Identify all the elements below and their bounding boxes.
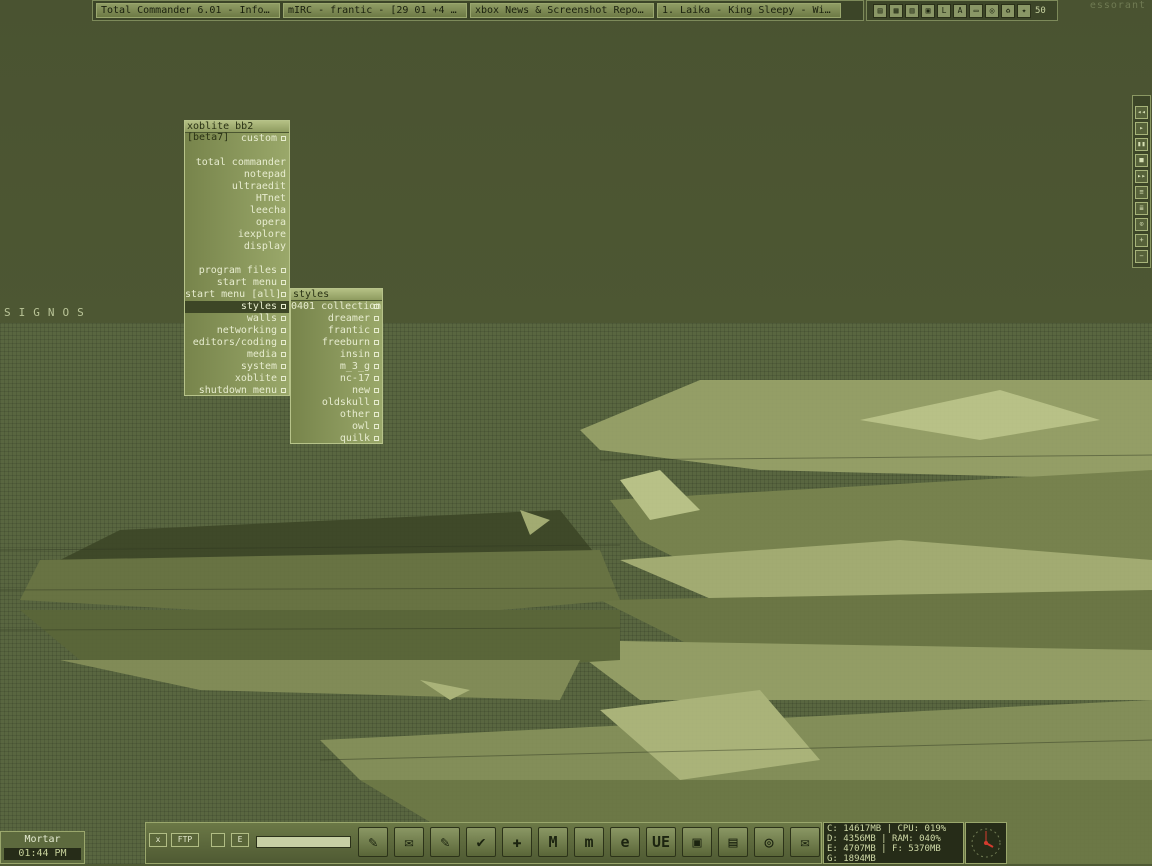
launcher-mirc-icon[interactable]: m [574, 827, 604, 857]
stat-line-1: C: 14617MB | CPU: 019% [827, 824, 947, 834]
dock-blank-button[interactable] [211, 833, 225, 847]
launcher-ultraedit-icon[interactable]: UE [646, 827, 676, 857]
tray-lite-icon[interactable]: L [937, 3, 951, 18]
stat-line-2: D: 4356MB | RAM: 040% [827, 834, 941, 844]
dock-command-input[interactable] [256, 836, 351, 848]
menu-item-editors-coding[interactable]: editors/coding [185, 337, 289, 349]
menu-item-xoblite[interactable]: xoblite [185, 373, 289, 385]
analog-clock [965, 822, 1007, 864]
root-menu: xoblite bb2 [beta7] custom total commande… [184, 120, 290, 396]
stat-line-4: G: 1894MB [827, 854, 876, 864]
menu-item-custom[interactable]: custom [185, 133, 289, 145]
styles-submenu-title: styles [291, 289, 382, 301]
launcher-checklist-icon[interactable]: ✔ [466, 827, 496, 857]
player-next-button[interactable]: ▸▸ [1135, 170, 1148, 183]
clock-widget: Mortar 01:44 PM [0, 831, 85, 864]
clock-label: Mortar [24, 834, 61, 845]
player-volume-up-button[interactable]: + [1135, 234, 1148, 247]
tray-cd-icon[interactable]: ◎ [985, 3, 999, 18]
menu-item-total-commander[interactable]: total commander [185, 157, 289, 169]
system-stats-panel: C: 14617MB | CPU: 019% D: 4356MB | RAM: … [823, 822, 964, 864]
dock-e-button[interactable]: E [231, 833, 249, 847]
player-volume-down-button[interactable]: − [1135, 250, 1148, 263]
launcher-outlook-icon[interactable]: ✉ [790, 827, 820, 857]
task-mirc[interactable]: mIRC - frantic - [29 01 +4 T24... [283, 3, 467, 18]
player-playlist-button[interactable]: ≡ [1135, 186, 1148, 199]
style-item-frantic[interactable]: frantic [291, 325, 382, 337]
launcher-notepad-icon[interactable]: ✎ [358, 827, 388, 857]
tray-recycle-icon[interactable]: ♻ [1001, 3, 1015, 18]
menu-item-system[interactable]: system [185, 361, 289, 373]
menu-item-start-menu-all[interactable]: start menu [all] [185, 289, 289, 301]
style-item-m-3-g[interactable]: m_3_g [291, 361, 382, 373]
analog-clock-face-icon [971, 828, 1001, 858]
style-item-quilk[interactable]: quilk [291, 433, 382, 445]
menu-item-opera[interactable]: opera [185, 217, 289, 229]
task-xbox-news[interactable]: xbox News & Screenshot Reposi... [470, 3, 654, 18]
dock-close-button[interactable]: x [149, 833, 167, 847]
tray-tool-icon[interactable]: ✦ [1017, 3, 1031, 18]
style-item-other[interactable]: other [291, 409, 382, 421]
launcher-display-icon[interactable]: ▣ [682, 827, 712, 857]
launcher-network-icon[interactable]: ✚ [502, 827, 532, 857]
menu-item-program-files[interactable]: program files [185, 265, 289, 277]
task-winamp[interactable]: 1. Laika - King Sleepy - Winamp [657, 3, 841, 18]
player-prev-button[interactable]: ◂◂ [1135, 106, 1148, 119]
style-item-dreamer[interactable]: dreamer [291, 313, 382, 325]
system-tray: ▤ ▦ ▥ ▣ L A ▭ ◎ ♻ ✦ 50 [866, 0, 1058, 21]
launcher-terminal-icon[interactable]: ▤ [718, 827, 748, 857]
menu-item-leecha[interactable]: leecha [185, 205, 289, 217]
menu-separator [185, 145, 289, 157]
task-total-commander[interactable]: Total Commander 6.01 - Inform... [96, 3, 280, 18]
menu-item-networking[interactable]: networking [185, 325, 289, 337]
media-player-bar: ◂◂ ▸ ▮▮ ■ ▸▸ ≡ ≣ ⊙ + − [1132, 95, 1151, 268]
player-options-button[interactable]: ⊙ [1135, 218, 1148, 231]
dock-ftp-button[interactable]: FTP [171, 833, 199, 847]
menu-item-display[interactable]: display [185, 241, 289, 253]
style-item-freeburn[interactable]: freeburn [291, 337, 382, 349]
launcher-editor-icon[interactable]: ✎ [430, 827, 460, 857]
desktop-brand-right: essorant [1089, 0, 1146, 11]
tray-monitor-icon[interactable]: ▭ [969, 3, 983, 18]
tray-count: 50 [1035, 5, 1046, 16]
style-item-0401-collection[interactable]: 0401 collection [291, 301, 382, 313]
menu-item-styles[interactable]: styles [185, 301, 289, 313]
bottom-dock: x FTP E ✎ ✉ ✎ ✔ ✚ Mm e UE ▣ ▤ ◎ ✉ [145, 822, 822, 864]
player-stop-button[interactable]: ■ [1135, 154, 1148, 167]
menu-item-iexplore[interactable]: iexplore [185, 229, 289, 241]
styles-submenu: styles 0401 collection dreamer frantic free… [290, 288, 383, 444]
launcher-mail-icon[interactable]: ✉ [394, 827, 424, 857]
tray-books-icon[interactable]: ▤ [873, 3, 887, 18]
tray-network-icon[interactable]: ▦ [889, 3, 903, 18]
style-item-owl[interactable]: owl [291, 421, 382, 433]
menu-item-walls[interactable]: walls [185, 313, 289, 325]
desktop-brand-left: SIGNOS [4, 306, 92, 319]
menu-item-start-menu[interactable]: start menu [185, 277, 289, 289]
menu-separator [185, 253, 289, 265]
style-item-new[interactable]: new [291, 385, 382, 397]
player-equalizer-button[interactable]: ≣ [1135, 202, 1148, 215]
menu-item-media[interactable]: media [185, 349, 289, 361]
player-pause-button[interactable]: ▮▮ [1135, 138, 1148, 151]
launcher-cd-player-icon[interactable]: ◎ [754, 827, 784, 857]
launcher-media-icon[interactable]: M [538, 827, 568, 857]
style-item-nc-17[interactable]: nc-17 [291, 373, 382, 385]
style-item-insin[interactable]: insin [291, 349, 382, 361]
style-item-oldskull[interactable]: oldskull [291, 397, 382, 409]
menu-item-shutdown-menu[interactable]: shutdown menu [185, 385, 289, 397]
menu-item-htnet[interactable]: HTnet [185, 193, 289, 205]
desktop-upper-background [0, 0, 1152, 323]
stat-line-3: E: 4707MB | F: 5370MB [827, 844, 941, 854]
menu-item-notepad[interactable]: notepad [185, 169, 289, 181]
clock-time: 01:44 PM [4, 848, 81, 860]
menu-item-ultraedit[interactable]: ultraedit [185, 181, 289, 193]
top-taskbar: Total Commander 6.01 - Inform... mIRC - … [92, 0, 864, 21]
wallpaper-art [0, 380, 1152, 864]
tray-ati-icon[interactable]: A [953, 3, 967, 18]
root-menu-title: xoblite bb2 [beta7] [185, 121, 289, 143]
tray-display-icon[interactable]: ▣ [921, 3, 935, 18]
launcher-iexplore-icon[interactable]: e [610, 827, 640, 857]
tray-printer-icon[interactable]: ▥ [905, 3, 919, 18]
player-play-button[interactable]: ▸ [1135, 122, 1148, 135]
